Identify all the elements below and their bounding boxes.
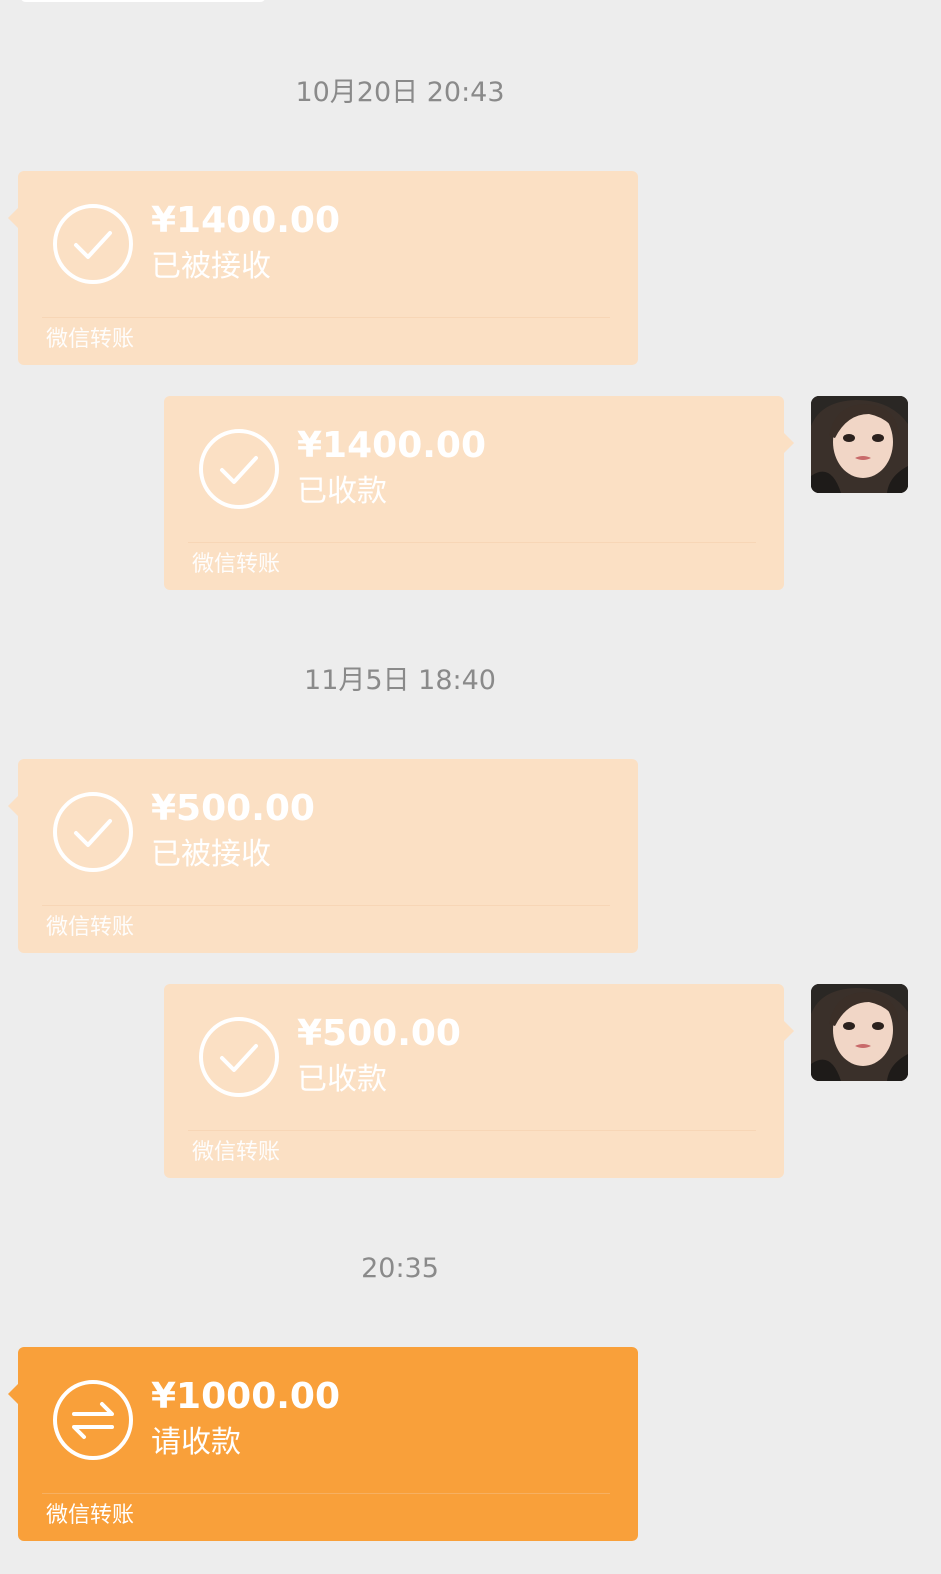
bubble-tail	[8, 207, 19, 229]
card-divider	[42, 905, 610, 906]
check-circle-icon	[52, 203, 134, 285]
previous-message-bubble[interactable]	[20, 0, 266, 2]
check-circle-icon	[52, 791, 134, 873]
bubble-tail	[8, 795, 19, 817]
transfer-amount: ¥1400.00	[297, 425, 487, 466]
transfer-card-collected[interactable]: ¥1400.00 已收款 微信转账	[164, 396, 794, 590]
check-circle-icon	[198, 1016, 280, 1098]
timestamp: 10月20日 20:43	[295, 77, 505, 108]
transfer-status: 已收款	[297, 1062, 387, 1097]
transfer-card-pending[interactable]: ¥1000.00 请收款 微信转账	[8, 1347, 638, 1541]
bubble-tail	[8, 1383, 19, 1405]
user-avatar[interactable]	[811, 396, 908, 493]
transfer-footer-label: 微信转账	[46, 915, 135, 940]
transfer-card-received[interactable]: ¥1400.00 已被接收 微信转账	[8, 171, 638, 365]
transfer-status: 已被接收	[151, 249, 271, 284]
transfer-footer-label: 微信转账	[46, 1503, 135, 1528]
transfer-footer-label: 微信转账	[192, 552, 281, 577]
card-divider	[42, 317, 610, 318]
transfer-status: 请收款	[151, 1425, 241, 1460]
bubble-tail	[783, 432, 794, 454]
transfer-amount: ¥1400.00	[151, 200, 341, 241]
transfer-footer-label: 微信转账	[192, 1140, 281, 1165]
user-avatar[interactable]	[811, 984, 908, 1081]
card-divider	[188, 542, 756, 543]
transfer-status: 已收款	[297, 474, 387, 509]
transfer-footer-label: 微信转账	[46, 327, 135, 352]
card-divider	[188, 1130, 756, 1131]
card-divider	[42, 1493, 610, 1494]
transfer-amount: ¥1000.00	[151, 1376, 341, 1417]
transfer-arrows-circle-icon	[52, 1379, 134, 1461]
timestamp: 20:35	[361, 1253, 439, 1284]
transfer-status: 已被接收	[151, 837, 271, 872]
transfer-amount: ¥500.00	[297, 1013, 461, 1054]
bubble-tail	[783, 1020, 794, 1042]
transfer-card-received[interactable]: ¥500.00 已被接收 微信转账	[8, 759, 638, 953]
timestamp: 11月5日 18:40	[304, 665, 496, 696]
check-circle-icon	[198, 428, 280, 510]
transfer-card-collected[interactable]: ¥500.00 已收款 微信转账	[164, 984, 794, 1178]
transfer-amount: ¥500.00	[151, 788, 315, 829]
